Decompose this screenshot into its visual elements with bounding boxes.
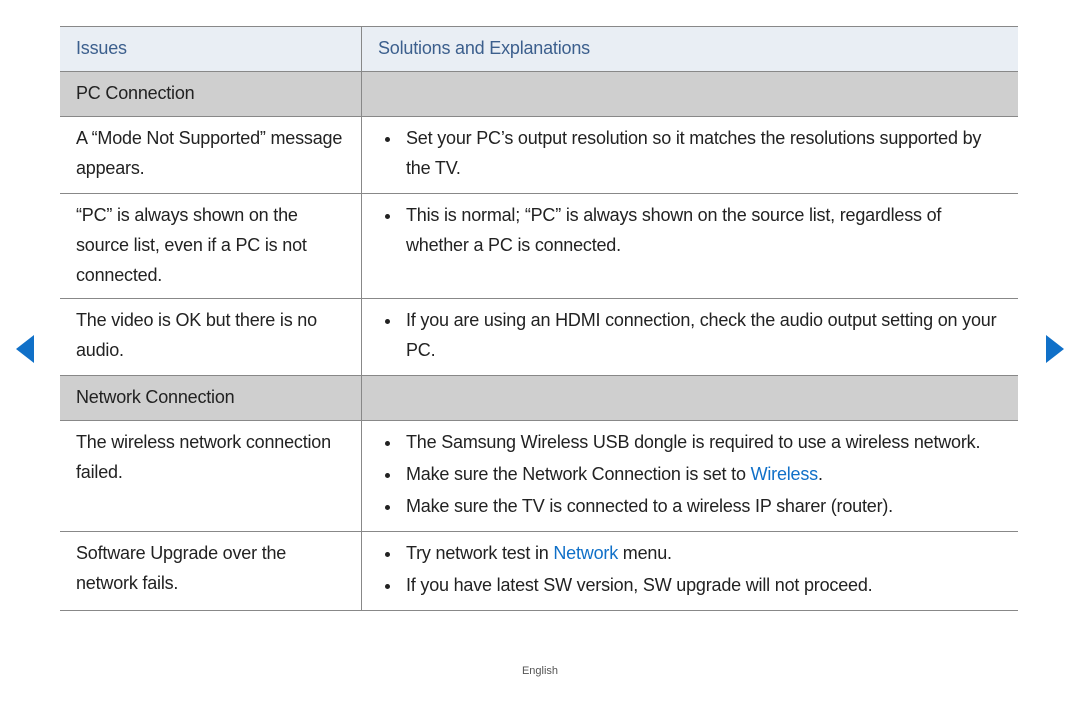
solution-cell: This is normal; “PC” is always shown on … [362,194,1018,298]
solution-item: Set your PC’s output resolution so it ma… [402,123,1006,183]
solution-item: If you have latest SW version, SW upgrad… [402,570,1006,600]
issue-text: “PC” is always shown on the source list,… [60,194,362,298]
section-title: Network Connection [60,376,362,420]
nav-next-icon[interactable] [1046,335,1064,363]
page: Issues Solutions and Explanations PC Con… [0,0,1080,705]
highlight-network: Network [553,543,618,563]
header-issues: Issues [60,27,362,71]
table-row: The wireless network connection failed. … [60,421,1018,532]
solution-text-part: Try network test in [406,543,553,563]
solution-cell: Try network test in Network menu. If you… [362,532,1018,610]
table-row: A “Mode Not Supported” message appears. … [60,117,1018,194]
issue-text: A “Mode Not Supported” message appears. [60,117,362,193]
troubleshooting-table: Issues Solutions and Explanations PC Con… [60,26,1018,611]
footer-language: English [0,665,1080,677]
solution-item: Make sure the TV is connected to a wirel… [402,491,1006,521]
table-header-row: Issues Solutions and Explanations [60,27,1018,72]
solution-cell: If you are using an HDMI connection, che… [362,299,1018,375]
issue-text: Software Upgrade over the network fails. [60,532,362,610]
section-title: PC Connection [60,72,362,116]
solution-cell: The Samsung Wireless USB dongle is requi… [362,421,1018,531]
header-solutions: Solutions and Explanations [362,27,1018,71]
section-right-blank [362,72,1018,116]
solution-item: Make sure the Network Connection is set … [402,459,1006,489]
issue-text: The video is OK but there is no audio. [60,299,362,375]
table-row: “PC” is always shown on the source list,… [60,194,1018,299]
table-row: The video is OK but there is no audio. I… [60,299,1018,376]
solution-text-part: Make sure the Network Connection is set … [406,464,751,484]
section-right-blank [362,376,1018,420]
section-pc-connection: PC Connection [60,72,1018,117]
solution-item: Try network test in Network menu. [402,538,1006,568]
section-network-connection: Network Connection [60,376,1018,421]
issue-text: The wireless network connection failed. [60,421,362,531]
solution-item: The Samsung Wireless USB dongle is requi… [402,427,1006,457]
solution-item: If you are using an HDMI connection, che… [402,305,1006,365]
nav-prev-icon[interactable] [16,335,34,363]
solution-text-part: menu. [618,543,672,563]
highlight-wireless: Wireless [751,464,818,484]
solution-text-part: . [818,464,823,484]
table-row: Software Upgrade over the network fails.… [60,532,1018,611]
solution-item: This is normal; “PC” is always shown on … [402,200,1006,260]
solution-cell: Set your PC’s output resolution so it ma… [362,117,1018,193]
